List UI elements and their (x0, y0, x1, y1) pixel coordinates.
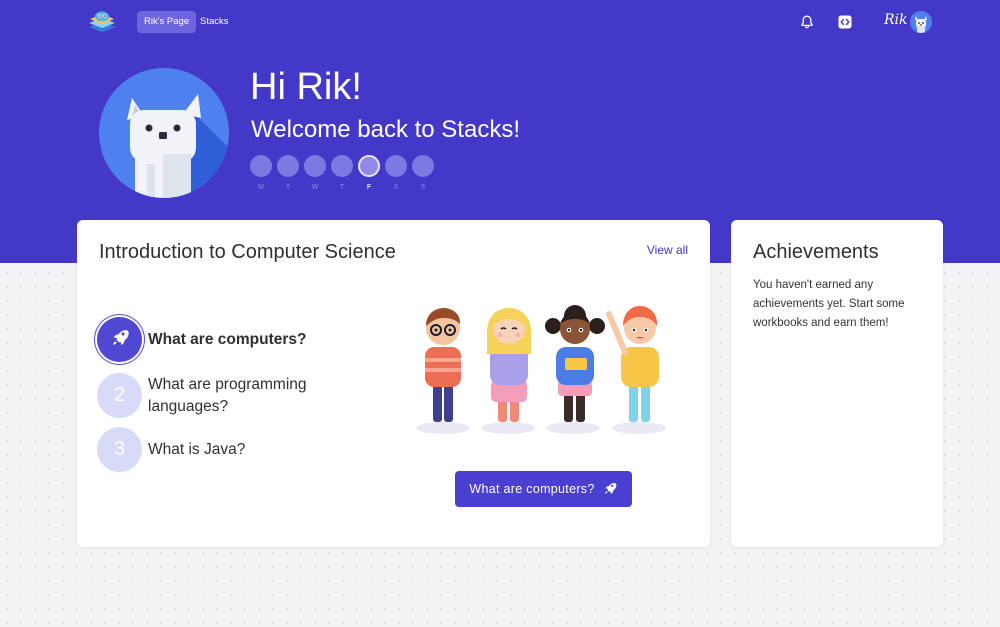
nav-link-stacks[interactable]: Stacks (193, 11, 236, 33)
top-nav: Rik's Page Stacks Rik (0, 0, 1000, 44)
rocket-icon (602, 480, 618, 499)
day-thursday: T (331, 155, 353, 191)
day-wednesday: W (304, 155, 326, 191)
lesson-badge (97, 317, 142, 362)
day-dot (331, 155, 353, 177)
view-all-link[interactable]: View all (647, 243, 688, 257)
day-tuesday: T (277, 155, 299, 191)
bell-icon[interactable] (799, 14, 815, 30)
start-lesson-button[interactable]: What are computers? (455, 471, 632, 507)
day-letter: F (366, 184, 372, 191)
achievements-card: Achievements You haven't earned any achi… (731, 220, 943, 547)
course-card: Introduction to Computer Science View al… (77, 220, 710, 547)
day-dot (277, 155, 299, 177)
day-dot (412, 155, 434, 177)
day-letter: W (311, 184, 319, 191)
day-letter: T (339, 184, 345, 191)
day-saturday: S (385, 155, 407, 191)
day-letter: S (420, 184, 426, 191)
lesson-label: What are programming languages? (148, 375, 307, 415)
lesson-badge: 3 (97, 427, 142, 472)
weekly-streak: M T W T F S S (250, 155, 434, 191)
day-monday: M (250, 155, 272, 191)
day-dot (304, 155, 326, 177)
day-letter: S (393, 184, 399, 191)
lesson-item-3[interactable]: 3 What is Java? (97, 427, 245, 472)
lesson-item-1[interactable]: What are computers? (97, 317, 306, 362)
children-illustration (413, 302, 675, 438)
rocket-icon (109, 326, 131, 354)
day-sunday: S (412, 155, 434, 191)
code-icon[interactable] (837, 14, 853, 30)
day-dot (385, 155, 407, 177)
day-letter: T (285, 184, 291, 191)
welcome-subtitle: Welcome back to Stacks! (251, 116, 520, 143)
nav-link-riks-page[interactable]: Rik's Page (137, 11, 197, 33)
start-button-label: What are computers? (469, 482, 595, 496)
lesson-label: What are computers? (148, 330, 307, 348)
user-name[interactable]: Rik (884, 12, 908, 28)
lesson-badge: 2 (97, 373, 142, 418)
achievements-empty-text: You haven't earned any achievements yet.… (753, 279, 905, 329)
course-title: Introduction to Computer Science (99, 241, 396, 263)
greeting-heading: Hi Rik! (250, 66, 362, 108)
stacks-logo-icon[interactable] (87, 9, 117, 36)
cat-avatar-icon (99, 68, 229, 198)
achievements-title: Achievements (753, 241, 879, 263)
lesson-label: What is Java? (148, 440, 246, 458)
day-dot (250, 155, 272, 177)
lesson-item-2[interactable]: 2 What are programming languages? (97, 373, 318, 418)
user-avatar[interactable] (910, 11, 932, 33)
day-friday: F (358, 155, 380, 191)
day-dot-current (358, 155, 380, 177)
day-letter: M (258, 184, 264, 191)
